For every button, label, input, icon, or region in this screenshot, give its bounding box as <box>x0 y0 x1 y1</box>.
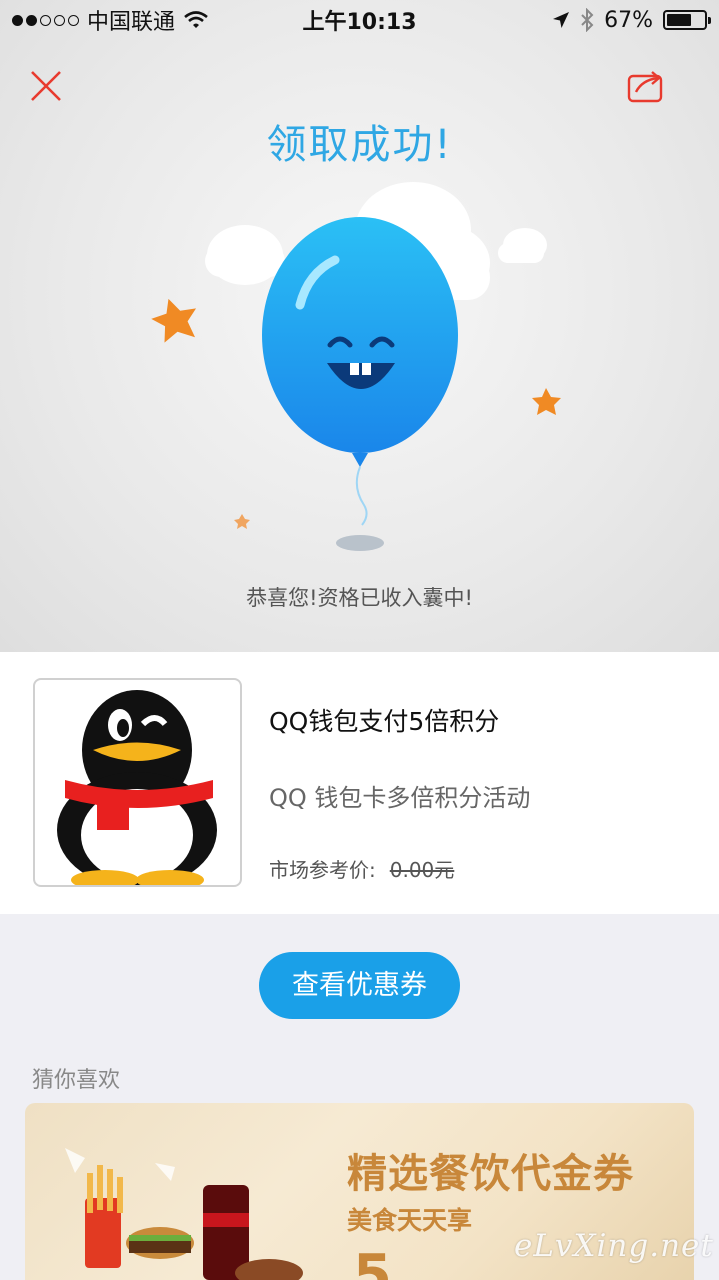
product-thumbnail <box>33 678 242 887</box>
product-card[interactable]: QQ钱包支付5倍积分 QQ 钱包卡多倍积分活动 市场参考价: 0.00元 <box>0 652 719 914</box>
status-bar: 中国联通 上午10:13 67% <box>0 0 719 40</box>
share-button[interactable] <box>626 68 666 104</box>
balloon-illustration <box>151 182 561 551</box>
view-coupon-button[interactable]: 查看优惠券 <box>259 952 460 1019</box>
success-title: 领取成功! <box>266 122 453 168</box>
product-description: QQ 钱包卡多倍积分活动 <box>269 784 531 812</box>
recommend-section-label: 猜你喜欢 <box>32 1068 121 1093</box>
cloud-icon <box>205 225 285 285</box>
status-right: 67% <box>552 7 711 33</box>
banner-title: 精选餐饮代金券 <box>347 1151 634 1197</box>
congrats-message: 恭喜您!资格已收入囊中! <box>246 586 473 610</box>
price-value: 0.00元 <box>389 858 455 882</box>
product-name: QQ钱包支付5倍积分 <box>269 707 500 736</box>
qq-penguin-icon <box>57 690 217 885</box>
price-label: 市场参考价: <box>269 858 376 882</box>
location-arrow-icon <box>553 12 570 28</box>
battery-icon <box>663 10 711 30</box>
banner-big-text: 5 <box>353 1243 392 1280</box>
banner-subtitle: 美食天天享 <box>347 1206 473 1235</box>
close-icon <box>31 71 61 101</box>
close-button[interactable] <box>28 68 64 104</box>
star-icon <box>151 298 197 343</box>
cloud-icon <box>498 228 547 263</box>
price-row: 市场参考价: 0.00元 <box>269 854 454 883</box>
bluetooth-icon <box>581 8 594 32</box>
battery-level <box>667 14 692 26</box>
share-icon <box>627 71 663 103</box>
battery-percent: 67% <box>604 7 653 33</box>
food-image <box>65 1148 303 1280</box>
star-icon <box>532 388 561 415</box>
watermark: eLvXing.net <box>514 1228 714 1264</box>
star-icon <box>234 514 250 529</box>
